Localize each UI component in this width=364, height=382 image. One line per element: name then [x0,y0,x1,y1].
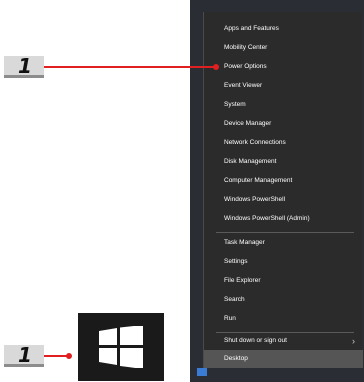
callout-leader-line [44,66,216,68]
step-callout: 1 [4,54,44,78]
menu-item-search[interactable]: Search [204,291,363,309]
step-callout: 1 [4,343,44,367]
callout-leader-line [44,355,68,357]
menu-item-network-connections[interactable]: Network Connections [204,134,363,152]
windows-logo-icon [99,326,143,368]
callout-pointer-dot [66,353,72,359]
menu-item-computer-management[interactable]: Computer Management [204,172,363,190]
menu-item-label: Shut down or sign out [224,337,287,344]
callout-pointer-dot [213,64,219,70]
menu-item-file-explorer[interactable]: File Explorer [204,272,363,290]
step-number: 1 [18,343,32,367]
menu-item-run[interactable]: Run [204,310,363,328]
menu-item-event-viewer[interactable]: Event Viewer [204,77,363,95]
taskbar-start-glyph[interactable] [197,368,207,376]
menu-item-windows-powershell[interactable]: Windows PowerShell [204,191,363,209]
menu-item-desktop[interactable]: Desktop [204,350,363,368]
menu-item-settings[interactable]: Settings [204,253,363,271]
menu-item-windows-powershell-admin[interactable]: Windows PowerShell (Admin) [204,210,363,228]
menu-item-task-manager[interactable]: Task Manager [204,234,363,252]
menu-item-apps-and-features[interactable]: Apps and Features [204,20,363,38]
menu-item-power-options[interactable]: Power Options [204,58,363,76]
menu-item-device-manager[interactable]: Device Manager [204,115,363,133]
start-button[interactable] [78,313,164,381]
menu-item-system[interactable]: System [204,96,363,114]
menu-item-mobility-center[interactable]: Mobility Center [204,39,363,57]
menu-separator [216,232,354,233]
quick-link-menu: Apps and Features Mobility Center Power … [203,12,363,368]
chevron-right-icon: › [352,336,355,346]
menu-item-shut-down-or-sign-out[interactable]: Shut down or sign out › [204,332,363,350]
step-number: 1 [18,54,32,78]
menu-item-disk-management[interactable]: Disk Management [204,153,363,171]
